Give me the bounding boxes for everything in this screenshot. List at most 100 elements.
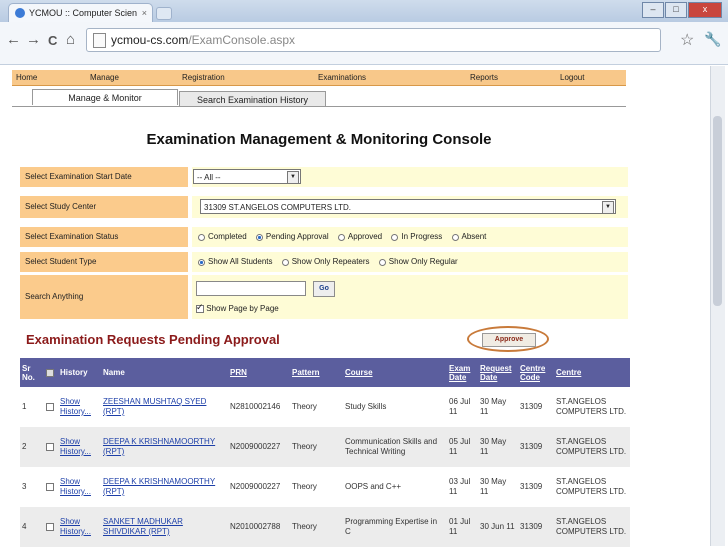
tab-search-history[interactable]: Search Examination History <box>179 91 326 107</box>
col-pattern[interactable]: Pattern <box>290 358 343 387</box>
page-by-page-label: Show Page by Page <box>206 304 279 313</box>
checkbox-icon[interactable] <box>46 482 54 491</box>
radio-label: Show Only Repeaters <box>291 257 370 266</box>
student-name-link[interactable]: SANKET MADHUKAR SHIVDIKAR (RPT) <box>103 517 183 536</box>
col-name: Name <box>101 358 228 387</box>
approve-button[interactable]: Approve <box>482 333 536 347</box>
checkbox-icon[interactable] <box>46 442 54 451</box>
radio-label: Completed <box>208 232 247 241</box>
search-label: Search Anything <box>20 275 188 319</box>
cell-history: Show History... <box>58 387 101 427</box>
col-centre[interactable]: Centre <box>554 358 630 387</box>
cell-name: ZEESHAN MUSHTAQ SYED (RPT) <box>101 387 228 427</box>
cell-select[interactable] <box>44 467 58 507</box>
student-name-link[interactable]: ZEESHAN MUSHTAQ SYED (RPT) <box>103 397 206 416</box>
page-by-page-option[interactable]: Show Page by Page <box>196 302 279 313</box>
show-history-link[interactable]: Show History... <box>60 517 91 536</box>
url-host: ycmou-cs.com <box>111 33 189 47</box>
student-name-link[interactable]: DEEPA K KRISHNAMOORTHY (RPT) <box>103 437 215 456</box>
radio-label: Approved <box>347 232 383 241</box>
url-path: /ExamConsole.aspx <box>188 33 296 47</box>
bookmark-star-icon[interactable]: ☆ <box>680 30 694 50</box>
page-title: Examination Management & Monitoring Cons… <box>146 131 492 148</box>
status-approved-radio[interactable]: Approved <box>337 227 383 247</box>
wrench-icon[interactable]: 🔧 <box>704 31 721 48</box>
favicon-icon <box>15 8 25 18</box>
cell-select[interactable] <box>44 507 58 547</box>
start-date-row: Select Examination Start Date -- All -- … <box>20 167 628 187</box>
main-menu: Home Manage Registration Examinations Re… <box>12 70 626 86</box>
menu-logout[interactable]: Logout <box>556 70 620 85</box>
cell-request-date: 30 May 11 <box>478 427 518 467</box>
search-input[interactable] <box>196 281 306 296</box>
menu-examinations[interactable]: Examinations <box>314 70 466 85</box>
col-exam-date[interactable]: Exam Date <box>447 358 478 387</box>
checkbox-icon[interactable] <box>46 368 54 377</box>
regular-radio[interactable]: Show Only Regular <box>378 252 458 272</box>
cell-centre-code: 31309 <box>518 387 554 427</box>
start-date-select[interactable]: -- All -- ▼ <box>193 169 301 184</box>
col-request-date[interactable]: Request Date <box>478 358 518 387</box>
status-completed-radio[interactable]: Completed <box>198 227 247 247</box>
cell-centre: ST.ANGELOS COMPUTERS LTD. <box>554 467 630 507</box>
col-prn[interactable]: PRN <box>228 358 290 387</box>
show-history-link[interactable]: Show History... <box>60 437 91 456</box>
student-type-label: Select Student Type <box>20 252 188 272</box>
back-arrow-icon[interactable]: ← <box>6 31 21 48</box>
cell-name: SANKET MADHUKAR SHIVDIKAR (RPT) <box>101 507 228 547</box>
checkbox-icon[interactable] <box>46 402 54 411</box>
status-pending-radio[interactable]: Pending Approval <box>255 227 329 247</box>
cell-centre: ST.ANGELOS COMPUTERS LTD. <box>554 427 630 467</box>
address-bar[interactable]: ycmou-cs.com/ExamConsole.aspx <box>86 28 661 52</box>
cell-select[interactable] <box>44 427 58 467</box>
cell-prn: N2010002788 <box>228 507 290 547</box>
cell-course: Communication Skills and Technical Writi… <box>343 427 447 467</box>
all-students-radio[interactable]: Show All Students <box>198 252 272 272</box>
col-centre-code[interactable]: Centre Code <box>518 358 554 387</box>
menu-manage[interactable]: Manage <box>86 70 178 85</box>
show-history-link[interactable]: Show History... <box>60 477 91 496</box>
radio-label: Show Only Regular <box>388 257 458 266</box>
reload-icon[interactable]: C <box>48 33 57 48</box>
menu-home[interactable]: Home <box>12 70 86 85</box>
scrollbar-thumb[interactable] <box>713 116 722 306</box>
cell-history: Show History... <box>58 507 101 547</box>
browser-tab[interactable]: YCMOU :: Computer Scien × <box>8 3 153 22</box>
window-controls: – □ x <box>642 2 722 18</box>
home-icon[interactable]: ⌂ <box>66 31 75 48</box>
status-absent-radio[interactable]: Absent <box>451 227 486 247</box>
section-title: Examination Requests Pending Approval <box>26 332 280 347</box>
cell-select[interactable] <box>44 387 58 427</box>
cell-request-date: 30 Jun 11 <box>478 507 518 547</box>
col-select-all[interactable] <box>44 358 58 387</box>
tab-manage-monitor[interactable]: Manage & Monitor <box>32 89 178 105</box>
study-center-row: Select Study Center 31309 ST.ANGELOS COM… <box>20 196 628 218</box>
cell-course: Study Skills <box>343 387 447 427</box>
col-course[interactable]: Course <box>343 358 447 387</box>
status-inprogress-radio[interactable]: In Progress <box>391 227 442 247</box>
checkbox-icon[interactable] <box>46 522 54 531</box>
cell-centre: ST.ANGELOS COMPUTERS LTD. <box>554 507 630 547</box>
repeaters-radio[interactable]: Show Only Repeaters <box>281 252 370 272</box>
browser-tabstrip: YCMOU :: Computer Scien × – □ x <box>0 0 728 22</box>
study-center-select[interactable]: 31309 ST.ANGELOS COMPUTERS LTD. ▼ <box>200 199 616 214</box>
menu-reports[interactable]: Reports <box>466 70 556 85</box>
cell-request-date: 30 May 11 <box>478 387 518 427</box>
checkbox-checked-icon[interactable] <box>196 302 204 313</box>
maximize-button[interactable]: □ <box>665 2 687 18</box>
close-window-button[interactable]: x <box>688 2 722 18</box>
minimize-button[interactable]: – <box>642 2 664 18</box>
radio-selected-icon <box>255 233 263 241</box>
page-scrollbar[interactable] <box>710 66 725 546</box>
menu-registration[interactable]: Registration <box>178 70 314 85</box>
cell-course: OOPS and C++ <box>343 467 447 507</box>
tab-close-icon[interactable]: × <box>142 8 147 18</box>
forward-arrow-icon[interactable]: → <box>26 31 41 48</box>
student-name-link[interactable]: DEEPA K KRISHNAMOORTHY (RPT) <box>103 477 215 496</box>
show-history-link[interactable]: Show History... <box>60 397 91 416</box>
go-button[interactable]: Go <box>313 281 335 297</box>
cell-name: DEEPA K KRISHNAMOORTHY (RPT) <box>101 467 228 507</box>
cell-centre-code: 31309 <box>518 507 554 547</box>
cell-exam-date: 01 Jul 11 <box>447 507 478 547</box>
new-tab-button[interactable] <box>156 7 172 20</box>
